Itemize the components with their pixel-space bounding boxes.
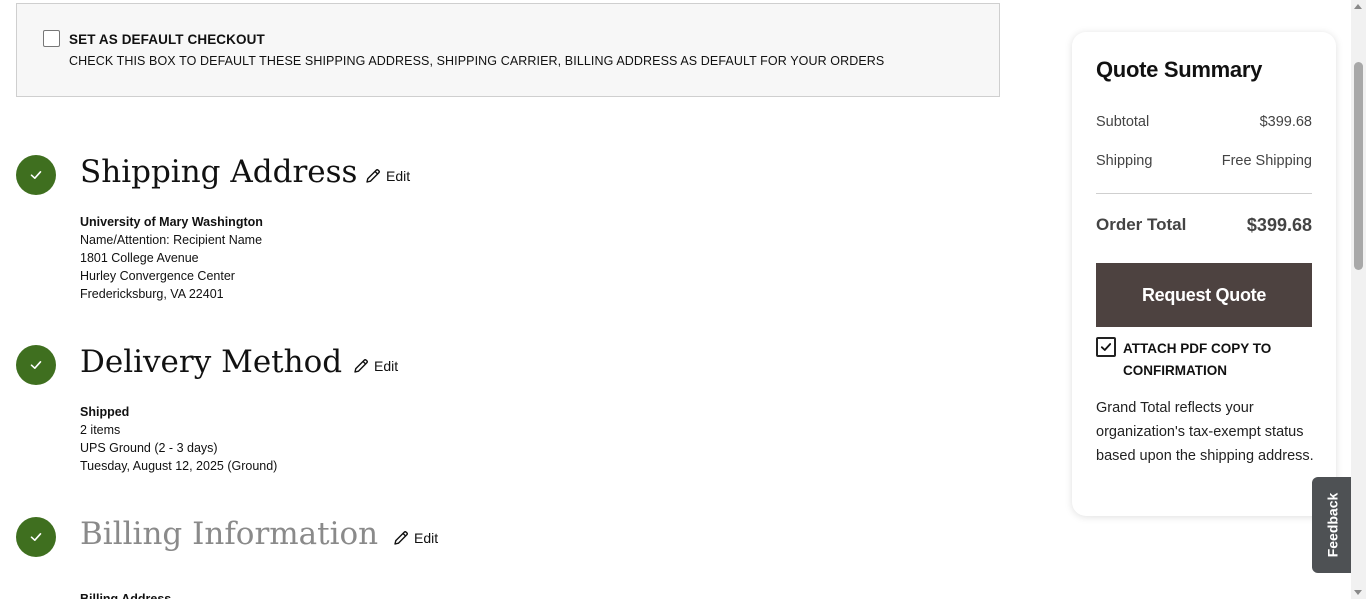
page-scrollbar[interactable]: [1351, 0, 1366, 599]
quote-summary-panel: Quote Summary Subtotal $399.68 Shipping …: [1072, 32, 1336, 516]
subtotal-row: Subtotal $399.68: [1096, 114, 1312, 130]
order-total-value: $399.68: [1246, 215, 1312, 235]
billing-information-heading: Billing Information: [80, 516, 379, 552]
shipping-city-state-zip: Fredericksburg, VA 22401: [80, 287, 224, 301]
quote-summary-title: Quote Summary: [1096, 57, 1263, 82]
attach-pdf-label[interactable]: ATTACH PDF COPY TO CONFIRMATION: [1123, 338, 1293, 382]
feedback-label: Feedback: [1324, 492, 1340, 558]
scroll-down-arrow-icon[interactable]: [1354, 590, 1362, 595]
grand-total-note: Grand Total reflects your organization's…: [1096, 400, 1314, 464]
edit-label: Edit: [374, 358, 399, 374]
pencil-icon: [394, 531, 408, 545]
edit-label: Edit: [414, 530, 439, 546]
default-checkout-panel: SET AS DEFAULT CHECKOUT CHECK THIS BOX T…: [16, 3, 1000, 97]
default-checkout-checkbox[interactable]: [43, 30, 60, 47]
feedback-tab[interactable]: Feedback: [1312, 477, 1352, 573]
delivery-item-count: 2 items: [80, 423, 121, 437]
delivery-carrier: UPS Ground (2 - 3 days): [80, 441, 218, 455]
shipping-organization: University of Mary Washington: [80, 215, 263, 229]
delivery-method-details: Shipped 2 items UPS Ground (2 - 3 days) …: [80, 403, 277, 475]
billing-complete-check-icon: [16, 517, 56, 557]
checkout-page: SET AS DEFAULT CHECKOUT CHECK THIS BOX T…: [0, 0, 1366, 599]
edit-label: Edit: [386, 168, 411, 184]
shipping-street: 1801 College Avenue: [80, 251, 199, 265]
delivery-complete-check-icon: [16, 345, 56, 385]
shipping-label: Shipping: [1096, 153, 1153, 169]
scroll-up-arrow-icon[interactable]: [1354, 4, 1362, 9]
pencil-icon: [354, 359, 368, 373]
subtotal-value: $399.68: [1259, 114, 1312, 130]
default-checkout-description: CHECK THIS BOX TO DEFAULT THESE SHIPPING…: [69, 54, 885, 68]
scrollbar-thumb[interactable]: [1354, 62, 1363, 270]
shipping-address-details: University of Mary Washington Name/Atten…: [80, 213, 263, 303]
checkmark-icon: [1100, 343, 1112, 351]
order-total-row: Order Total $399.68: [1096, 215, 1312, 236]
shipping-attention: Name/Attention: Recipient Name: [80, 233, 263, 247]
billing-address-label: Billing Address: [80, 592, 172, 599]
delivery-date: Tuesday, August 12, 2025 (Ground): [80, 459, 278, 473]
request-quote-button[interactable]: Request Quote: [1096, 263, 1312, 327]
summary-divider: [1096, 193, 1312, 194]
shipping-address-heading: Shipping Address: [80, 154, 358, 190]
shipping-complete-check-icon: [16, 155, 56, 195]
pencil-icon: [366, 169, 380, 183]
delivery-method-heading: Delivery Method: [80, 344, 343, 380]
order-total-label: Order Total: [1096, 215, 1187, 234]
attach-pdf-checkbox[interactable]: [1096, 337, 1116, 357]
subtotal-label: Subtotal: [1096, 114, 1150, 130]
shipping-value: Free Shipping: [1221, 153, 1312, 169]
shipping-row: Shipping Free Shipping: [1096, 153, 1312, 169]
billing-information-edit-link[interactable]: Edit: [392, 529, 438, 547]
shipping-building: Hurley Convergence Center: [80, 269, 235, 283]
delivery-method-edit-link[interactable]: Edit: [352, 357, 398, 375]
delivery-method-type: Shipped: [80, 405, 130, 419]
shipping-address-edit-link[interactable]: Edit: [364, 167, 410, 185]
default-checkout-title: SET AS DEFAULT CHECKOUT: [69, 32, 265, 47]
